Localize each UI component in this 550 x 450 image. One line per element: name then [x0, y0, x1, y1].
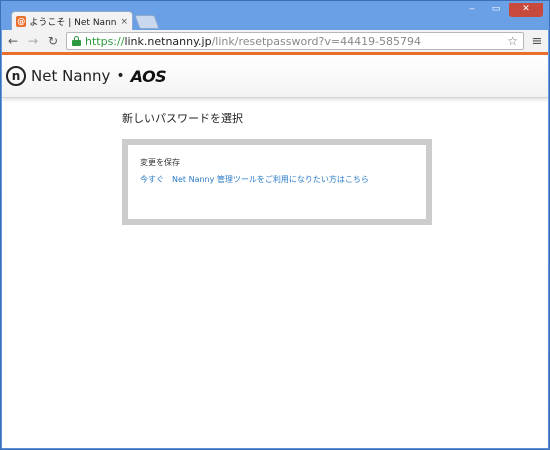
url-path: /link/resetpassword?v=44419-585794 [211, 34, 422, 48]
status-message: 変更を保存 [140, 158, 180, 167]
main-content: 新しいパスワードを選択 変更を保存 今すぐ Net Nanny 管理ツールをご利… [122, 110, 434, 225]
browser-toolbar: ← → ↻ https://link.netnanny.jp/link/rese… [2, 30, 548, 52]
window-controls: ‒ ▭ ✕ [461, 3, 543, 17]
back-icon[interactable]: ← [6, 34, 20, 48]
new-tab-button[interactable] [134, 15, 160, 29]
window-close-button[interactable]: ✕ [509, 3, 543, 17]
admin-tool-link[interactable]: 今すぐ Net Nanny 管理ツールをご利用になりたい方はこちら [140, 174, 414, 185]
close-icon[interactable]: × [120, 17, 128, 27]
forward-icon[interactable]: → [26, 34, 40, 48]
logo-icon[interactable]: n [6, 66, 26, 86]
address-bar[interactable]: https://link.netnanny.jp/link/resetpassw… [66, 32, 524, 50]
status-card: 変更を保存 今すぐ Net Nanny 管理ツールをご利用になりたい方はこちら [122, 139, 432, 225]
menu-icon[interactable]: ≡ [530, 34, 544, 49]
reload-icon[interactable]: ↻ [46, 34, 60, 48]
maximize-button[interactable]: ▭ [485, 3, 507, 17]
logo-text[interactable]: Net Nanny [31, 67, 110, 85]
site-header: n Net Nanny • AOS [2, 52, 548, 98]
favicon-icon: @ [16, 16, 27, 27]
tab-welcome[interactable]: @ ようこそ | Net Nanny イン × [11, 11, 133, 31]
page-title: 新しいパスワードを選択 [122, 112, 243, 125]
minimize-button[interactable]: ‒ [461, 3, 483, 17]
logo-aos: AOS [130, 66, 167, 86]
logo-separator: • [116, 68, 125, 84]
page-viewport: n Net Nanny • AOS 新しいパスワードを選択 変更を保存 今すぐ … [2, 52, 548, 448]
browser-window: @ ようこそ | Net Nanny イン × ‒ ▭ ✕ ← → ↻ http… [0, 0, 550, 450]
url-scheme: https:// [85, 34, 125, 48]
tab-title: ようこそ | Net Nanny イン [29, 18, 117, 28]
url-text: https://link.netnanny.jp/link/resetpassw… [85, 35, 421, 48]
url-host: link.netnanny.jp [124, 34, 212, 48]
star-icon[interactable]: ☆ [507, 34, 518, 48]
lock-icon [72, 35, 81, 46]
